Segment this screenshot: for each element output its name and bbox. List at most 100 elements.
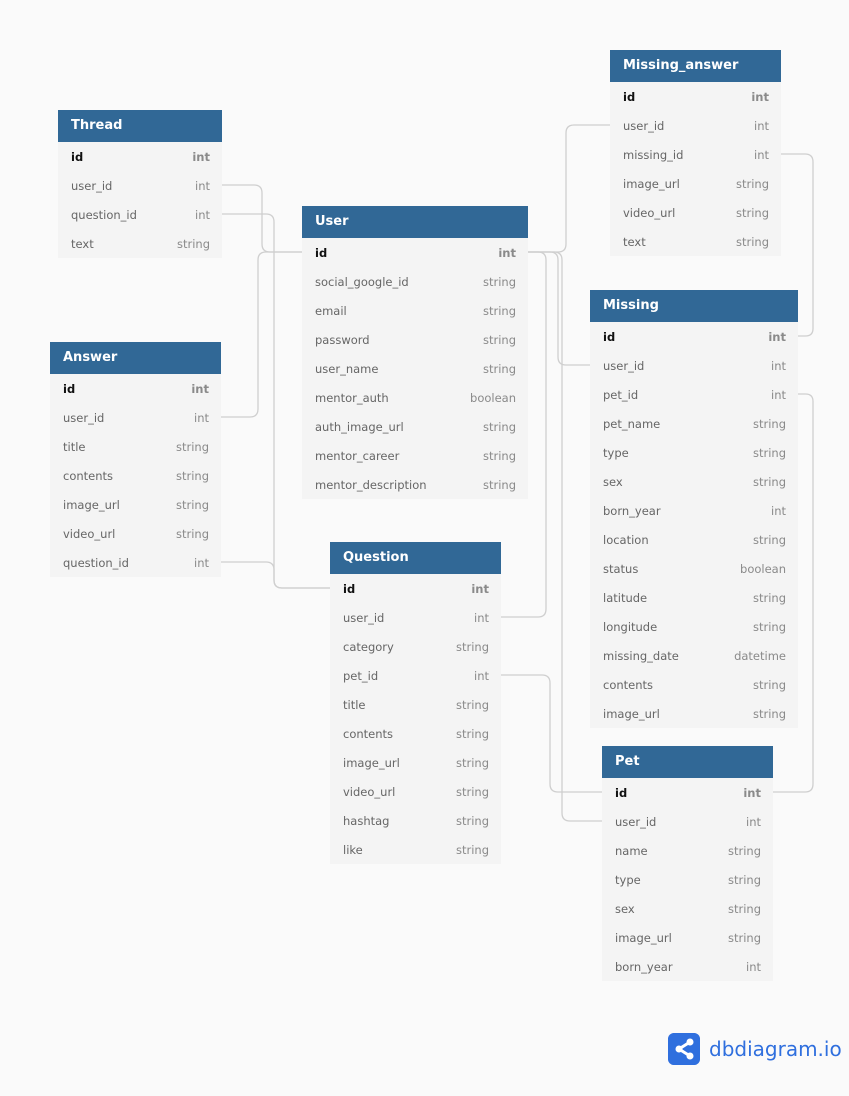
- field-row[interactable]: id int: [50, 374, 221, 403]
- relation-link-answer-user_id[interactable]: [221, 251, 302, 418]
- field-row[interactable]: born_year int: [602, 952, 773, 981]
- table-missing_answer[interactable]: Missing_answer id int user_id int missing_id i…: [610, 50, 781, 256]
- field-type: boolean: [740, 561, 786, 576]
- field-row[interactable]: id int: [58, 142, 222, 171]
- table-header[interactable]: Missing_answer: [610, 50, 781, 82]
- field-row[interactable]: type string: [602, 865, 773, 894]
- field-row[interactable]: born_year int: [590, 496, 798, 525]
- field-row[interactable]: id int: [590, 322, 798, 351]
- field-row[interactable]: sex string: [602, 894, 773, 923]
- field-row[interactable]: type string: [590, 438, 798, 467]
- table-pet[interactable]: Pet id int user_id int name string type string se…: [602, 746, 773, 981]
- field-row[interactable]: id int: [610, 82, 781, 111]
- field-type: int: [471, 581, 489, 596]
- field-row[interactable]: image_url string: [602, 923, 773, 952]
- field-row[interactable]: user_id int: [330, 603, 501, 632]
- field-type: string: [455, 842, 489, 857]
- field-name: hashtag: [343, 813, 390, 828]
- field-type: int: [743, 785, 761, 800]
- field-row[interactable]: image_url string: [330, 748, 501, 777]
- field-row[interactable]: text string: [610, 227, 781, 256]
- field-name: born_year: [603, 503, 661, 518]
- field-row[interactable]: user_id int: [58, 171, 222, 200]
- field-name: category: [343, 639, 394, 654]
- table-answer[interactable]: Answer id int user_id int title string contents…: [50, 342, 221, 577]
- share-icon: [668, 1033, 700, 1065]
- relation-link-question-pet_id[interactable]: [501, 674, 602, 793]
- field-row[interactable]: contents string: [50, 461, 221, 490]
- field-row[interactable]: location string: [590, 525, 798, 554]
- field-row[interactable]: mentor_career string: [302, 441, 528, 470]
- field-row[interactable]: longitude string: [590, 612, 798, 641]
- field-row[interactable]: sex string: [590, 467, 798, 496]
- field-row[interactable]: pet_id int: [330, 661, 501, 690]
- field-row[interactable]: image_url string: [50, 490, 221, 519]
- brand-logo[interactable]: dbdiagram.io: [668, 1033, 842, 1065]
- field-row[interactable]: mentor_auth boolean: [302, 383, 528, 412]
- field-row[interactable]: missing_id int: [610, 140, 781, 169]
- field-row[interactable]: pet_id int: [590, 380, 798, 409]
- field-type: string: [455, 726, 489, 741]
- field-row[interactable]: id int: [602, 778, 773, 807]
- field-row[interactable]: id int: [330, 574, 501, 603]
- field-row[interactable]: video_url string: [330, 777, 501, 806]
- table-header[interactable]: Answer: [50, 342, 221, 374]
- field-row[interactable]: question_id int: [50, 548, 221, 577]
- table-header[interactable]: Missing: [590, 290, 798, 322]
- field-name: id: [603, 329, 616, 344]
- field-row[interactable]: pet_name string: [590, 409, 798, 438]
- field-row[interactable]: user_name string: [302, 354, 528, 383]
- field-row[interactable]: user_id int: [590, 351, 798, 380]
- table-header[interactable]: Pet: [602, 746, 773, 778]
- field-type: string: [482, 361, 516, 376]
- table-missing[interactable]: Missing id int user_id int pet_id int pet_name s…: [590, 290, 798, 728]
- relation-link-missing_answer-user_id[interactable]: [528, 124, 610, 253]
- field-row[interactable]: latitude string: [590, 583, 798, 612]
- field-row[interactable]: email string: [302, 296, 528, 325]
- field-type: boolean: [470, 390, 516, 405]
- field-name: password: [315, 332, 370, 347]
- field-name: title: [343, 697, 366, 712]
- relation-link-missing-user_id[interactable]: [528, 251, 590, 366]
- field-row[interactable]: contents string: [330, 719, 501, 748]
- field-type: string: [735, 205, 769, 220]
- table-header[interactable]: Question: [330, 542, 501, 574]
- field-row[interactable]: contents string: [590, 670, 798, 699]
- field-row[interactable]: user_id int: [610, 111, 781, 140]
- field-row[interactable]: category string: [330, 632, 501, 661]
- table-thread[interactable]: Thread id int user_id int question_id int text s…: [58, 110, 222, 258]
- table-header[interactable]: User: [302, 206, 528, 238]
- field-row[interactable]: missing_date datetime: [590, 641, 798, 670]
- field-row[interactable]: user_id int: [602, 807, 773, 836]
- relation-link-answer-question_id[interactable]: [221, 561, 330, 589]
- field-row[interactable]: image_url string: [590, 699, 798, 728]
- field-type: string: [752, 532, 786, 547]
- table-question[interactable]: Question id int user_id int category string pet…: [330, 542, 501, 864]
- field-row[interactable]: user_id int: [50, 403, 221, 432]
- field-row[interactable]: like string: [330, 835, 501, 864]
- field-name: user_id: [603, 358, 645, 373]
- field-name: user_id: [71, 178, 113, 193]
- relation-link-thread-user_id[interactable]: [222, 184, 302, 253]
- field-row[interactable]: title string: [330, 690, 501, 719]
- field-row[interactable]: question_id int: [58, 200, 222, 229]
- field-row[interactable]: video_url string: [610, 198, 781, 227]
- field-type: string: [752, 416, 786, 431]
- field-name: status: [603, 561, 639, 576]
- table-header[interactable]: Thread: [58, 110, 222, 142]
- field-row[interactable]: mentor_description string: [302, 470, 528, 499]
- table-user[interactable]: User id int social_google_id string email stri…: [302, 206, 528, 499]
- field-row[interactable]: password string: [302, 325, 528, 354]
- field-row[interactable]: social_google_id string: [302, 267, 528, 296]
- field-row[interactable]: title string: [50, 432, 221, 461]
- field-row[interactable]: text string: [58, 229, 222, 258]
- field-row[interactable]: video_url string: [50, 519, 221, 548]
- field-row[interactable]: image_url string: [610, 169, 781, 198]
- field-name: video_url: [623, 205, 676, 220]
- field-type: string: [175, 439, 209, 454]
- field-row[interactable]: hashtag string: [330, 806, 501, 835]
- field-row[interactable]: name string: [602, 836, 773, 865]
- field-row[interactable]: status boolean: [590, 554, 798, 583]
- field-row[interactable]: auth_image_url string: [302, 412, 528, 441]
- field-row[interactable]: id int: [302, 238, 528, 267]
